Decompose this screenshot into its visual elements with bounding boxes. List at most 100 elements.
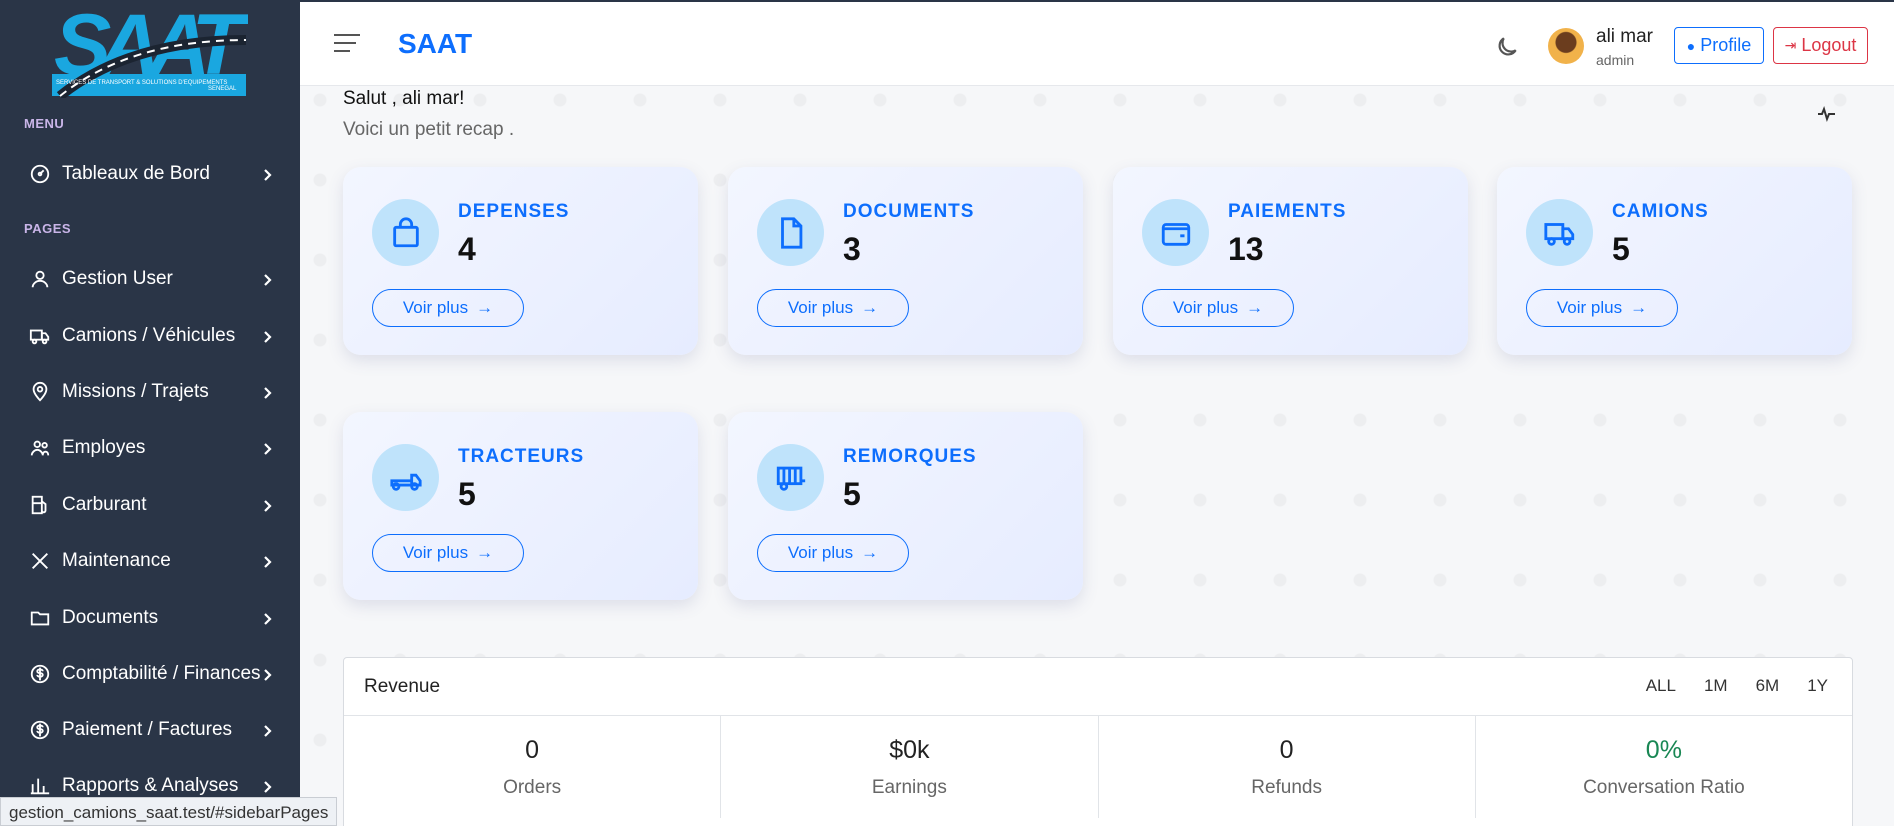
- shopping-bag-icon: [372, 199, 439, 266]
- stat-label: Refunds: [1251, 777, 1323, 798]
- chevron-right-icon: [260, 722, 274, 737]
- avatar[interactable]: [1548, 28, 1584, 64]
- voir-plus-button[interactable]: Voir plus →: [757, 534, 909, 572]
- sidebar-item-label: Carburant: [62, 494, 147, 515]
- stat-card-tracteurs: TRACTEURS 5 Voir plus →: [343, 412, 698, 600]
- revenue-stat-refunds: 0 Refunds: [1099, 716, 1476, 818]
- chevron-right-icon: [260, 497, 274, 512]
- stat-card-title: REMORQUES: [843, 446, 977, 467]
- hamburger-menu-icon[interactable]: [334, 34, 360, 54]
- sidebar-item-employes[interactable]: Employes: [0, 424, 300, 472]
- stat-value: 0: [1279, 736, 1294, 764]
- sidebar-item-comptabilite[interactable]: Comptabilité / Finances: [0, 650, 300, 698]
- chevron-right-icon: [260, 271, 274, 286]
- svg-text:SERVICES DE TRANSPORT & SOLUTI: SERVICES DE TRANSPORT & SOLUTIONS D'EQUI…: [56, 80, 227, 86]
- folder-icon: [28, 606, 52, 630]
- stat-value: 0: [525, 736, 540, 764]
- stat-card-value: 5: [843, 476, 861, 512]
- dollar-circle-icon: [28, 662, 52, 686]
- moon-icon[interactable]: [1494, 34, 1520, 60]
- stat-value: $0k: [889, 736, 930, 764]
- profile-button[interactable]: ● Profile: [1674, 27, 1764, 64]
- activity-icon[interactable]: [1817, 104, 1837, 124]
- sidebar-item-carburant[interactable]: Carburant: [0, 481, 300, 529]
- logout-button[interactable]: ⇥ Logout: [1773, 27, 1868, 64]
- sidebar-item-label: Employes: [62, 437, 146, 458]
- stat-label: Orders: [503, 777, 562, 798]
- main-content: SAAT ali mar admin ● Profile ⇥ Logout Salu…: [300, 0, 1894, 826]
- tab-all[interactable]: ALL: [1642, 676, 1680, 696]
- voir-plus-button[interactable]: Voir plus →: [757, 289, 909, 327]
- revenue-stat-orders: 0 Orders: [344, 716, 722, 818]
- user-role: admin: [1596, 52, 1635, 68]
- sidebar-item-maintenance[interactable]: Maintenance: [0, 537, 300, 585]
- voir-plus-label: Voir plus: [402, 543, 469, 562]
- chevron-right-icon: [260, 166, 274, 181]
- stat-label: Conversation Ratio: [1583, 777, 1745, 798]
- sidebar-item-label: Gestion User: [62, 268, 173, 289]
- pages-section-title: PAGES: [24, 221, 72, 236]
- voir-plus-label: Voir plus: [787, 543, 854, 562]
- chevron-right-icon: [260, 328, 274, 343]
- stat-card-value: 5: [1612, 231, 1630, 267]
- stat-card-value: 5: [458, 476, 476, 512]
- bar-chart-icon: [28, 774, 52, 798]
- browser-status-url: gestion_camions_saat.test/#sidebarPages: [0, 797, 338, 826]
- stat-card-paiements: PAIEMENTS 13 Voir plus →: [1113, 167, 1468, 355]
- truck-icon: [1526, 199, 1593, 266]
- saat-logo[interactable]: SAAT SERVICES DE TRANSPORT & SOLUTIONS D…: [50, 0, 248, 98]
- tab-6m[interactable]: 6M: [1752, 676, 1784, 696]
- sidebar-item-label: Rapports & Analyses: [62, 775, 239, 796]
- stat-label: Earnings: [871, 777, 947, 798]
- sidebar-item-gestion-user[interactable]: Gestion User: [0, 255, 300, 303]
- map-pin-icon: [28, 380, 52, 404]
- stat-card-title: DEPENSES: [458, 201, 570, 222]
- voir-plus-button[interactable]: Voir plus →: [372, 289, 524, 327]
- sidebar-item-documents[interactable]: Documents: [0, 594, 300, 642]
- voir-plus-button[interactable]: Voir plus →: [1142, 289, 1294, 327]
- wallet-icon: [1142, 199, 1209, 266]
- stat-card-title: CAMIONS: [1612, 201, 1709, 222]
- sidebar-item-label: Paiement / Factures: [62, 719, 233, 740]
- truck-icon: [28, 324, 52, 348]
- sidebar-item-tableaux-de-bord[interactable]: Tableaux de Bord: [0, 150, 300, 198]
- chevron-right-icon: [260, 778, 274, 793]
- arrow-right-icon: →: [1246, 298, 1264, 317]
- sidebar-item-label: Missions / Trajets: [62, 381, 209, 402]
- revenue-panel: Revenue ALL 1M 6M 1Y 0 Orders $0k Earnin…: [343, 657, 1853, 826]
- stat-card-depenses: DEPENSES 4 Voir plus →: [343, 167, 698, 355]
- tab-1y[interactable]: 1Y: [1803, 676, 1832, 696]
- voir-plus-button[interactable]: Voir plus →: [1526, 289, 1678, 327]
- users-icon: [28, 436, 52, 460]
- sidebar-item-camions[interactable]: Camions / Véhicules: [0, 312, 300, 360]
- chevron-right-icon: [260, 384, 274, 399]
- voir-plus-button[interactable]: Voir plus →: [372, 534, 524, 572]
- stat-value: 0%: [1645, 736, 1682, 764]
- stat-card-title: DOCUMENTS: [843, 201, 975, 222]
- stat-card-value: 13: [1228, 231, 1264, 267]
- user-name: ali mar: [1596, 26, 1654, 47]
- tab-1m[interactable]: 1M: [1700, 676, 1732, 696]
- logout-label: Logout: [1801, 35, 1857, 55]
- revenue-title: Revenue: [364, 676, 441, 697]
- brand-title: SAAT: [398, 28, 473, 59]
- user-icon: [28, 267, 52, 291]
- fuel-icon: [28, 493, 52, 517]
- greeting-text: Salut , ali mar!: [343, 88, 465, 109]
- arrow-right-icon: →: [1630, 298, 1648, 317]
- svg-text:SENEGAL: SENEGAL: [208, 86, 237, 92]
- sidebar-item-missions[interactable]: Missions / Trajets: [0, 368, 300, 416]
- sidebar-item-paiement[interactable]: Paiement / Factures: [0, 706, 300, 754]
- chevron-right-icon: [260, 440, 274, 455]
- stat-card-remorques: REMORQUES 5 Voir plus →: [728, 412, 1083, 600]
- revenue-stats: 0 Orders $0k Earnings 0 Refunds 0% Conve…: [344, 716, 1852, 818]
- stat-card-documents: DOCUMENTS 3 Voir plus →: [728, 167, 1083, 355]
- menu-section-title: MENU: [24, 116, 65, 131]
- arrow-right-icon: →: [476, 543, 494, 562]
- arrow-right-icon: →: [476, 298, 494, 317]
- chevron-right-icon: [260, 666, 274, 681]
- revenue-stat-conversion: 0% Conversation Ratio: [1476, 716, 1852, 818]
- sidebar-item-label: Documents: [62, 607, 159, 628]
- stat-card-value: 4: [458, 231, 476, 267]
- chevron-right-icon: [260, 610, 274, 625]
